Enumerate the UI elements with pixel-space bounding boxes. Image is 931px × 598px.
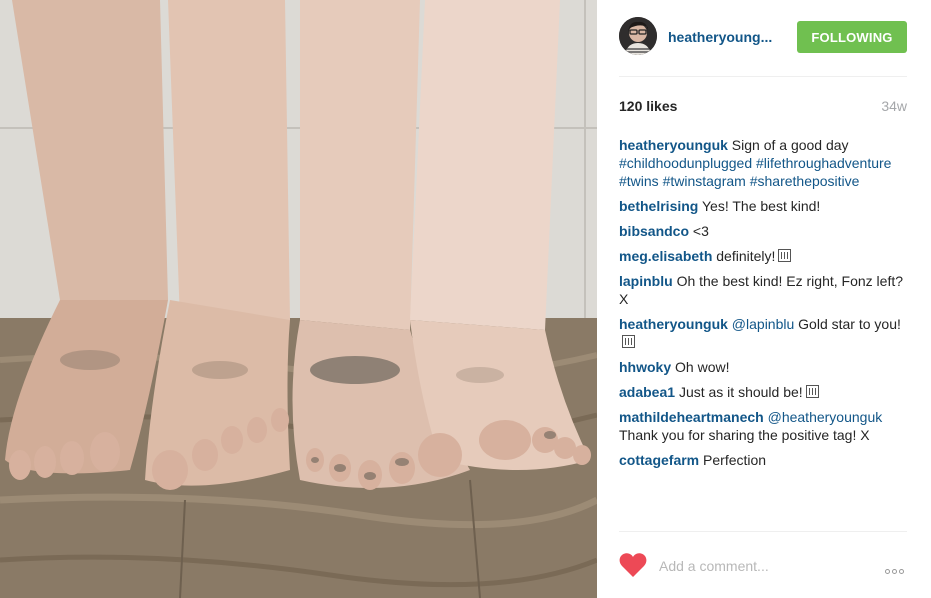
post-header: heatheryoung... FOLLOWING [619,0,907,77]
comment-text: Gold star to you! [798,316,901,332]
caption-text: Sign of a good day [731,137,849,153]
comment-text: <3 [692,223,709,239]
comment-mention[interactable]: @heatheryounguk [768,409,883,425]
post-photo[interactable] [0,0,597,598]
comment-username[interactable]: heatheryounguk [619,137,728,153]
comment-text: Yes! The best kind! [702,198,821,214]
caption: heatheryounguk Sign of a good day #child… [619,136,907,190]
add-comment-input[interactable] [659,554,859,578]
avatar-image [619,17,657,55]
likes-count[interactable]: 120 likes [619,98,677,114]
emoji-icon [805,385,819,398]
comment-item: lapinblu Oh the best kind! Ez right, Fon… [619,272,907,308]
comment-username[interactable]: lapinblu [619,273,673,289]
comment-username[interactable]: mathildeheartmanech [619,409,764,425]
comment-item: bethelrising Yes! The best kind! [619,197,907,215]
comment-username[interactable]: meg.elisabeth [619,248,712,264]
post-footer [619,531,907,598]
comment-username[interactable]: bibsandco [619,223,689,239]
comment-username[interactable]: heatheryounguk [619,316,728,332]
post-details-panel: heatheryoung... FOLLOWING 120 likes 34w … [597,0,931,598]
caption-hashtags[interactable]: #childhoodunplugged #lifethroughadventur… [619,155,891,189]
comment-text: Just as it should be! [678,384,803,400]
comment-text: Oh wow! [675,359,730,375]
comment-username[interactable]: hhwoky [619,359,671,375]
comment-item: heatheryounguk @lapinblu Gold star to yo… [619,315,907,351]
comment-mention[interactable]: @lapinblu [732,316,794,332]
comment-text: Perfection [703,452,767,468]
comment-item: adabea1 Just as it should be! [619,383,907,401]
comment-username[interactable]: cottagefarm [619,452,699,468]
post-timestamp[interactable]: 34w [881,98,907,114]
comment-text: Thank you for sharing the positive tag! … [619,427,870,443]
following-button[interactable]: FOLLOWING [797,21,907,53]
post-username[interactable]: heatheryoung... [668,29,798,45]
avatar[interactable] [619,17,657,55]
comment-item: bibsandco <3 [619,222,907,240]
comment-item: hhwoky Oh wow! [619,358,907,376]
post-stats: 120 likes 34w [619,98,907,116]
comment-item: mathildeheartmanech @heatheryounguk Than… [619,408,907,444]
comment-text: definitely! [716,248,776,264]
feet-photo-image [0,0,597,598]
comment-username[interactable]: bethelrising [619,198,698,214]
emoji-icon [622,335,635,348]
comment-username[interactable]: adabea1 [619,384,675,400]
comment-list: heatheryounguk Sign of a good day #child… [619,136,907,476]
more-options-icon[interactable] [883,561,907,574]
emoji-icon [778,249,792,262]
comment-item: cottagefarm Perfection [619,451,907,469]
heart-icon[interactable] [619,552,647,578]
comment-item: meg.elisabeth definitely! [619,247,907,265]
